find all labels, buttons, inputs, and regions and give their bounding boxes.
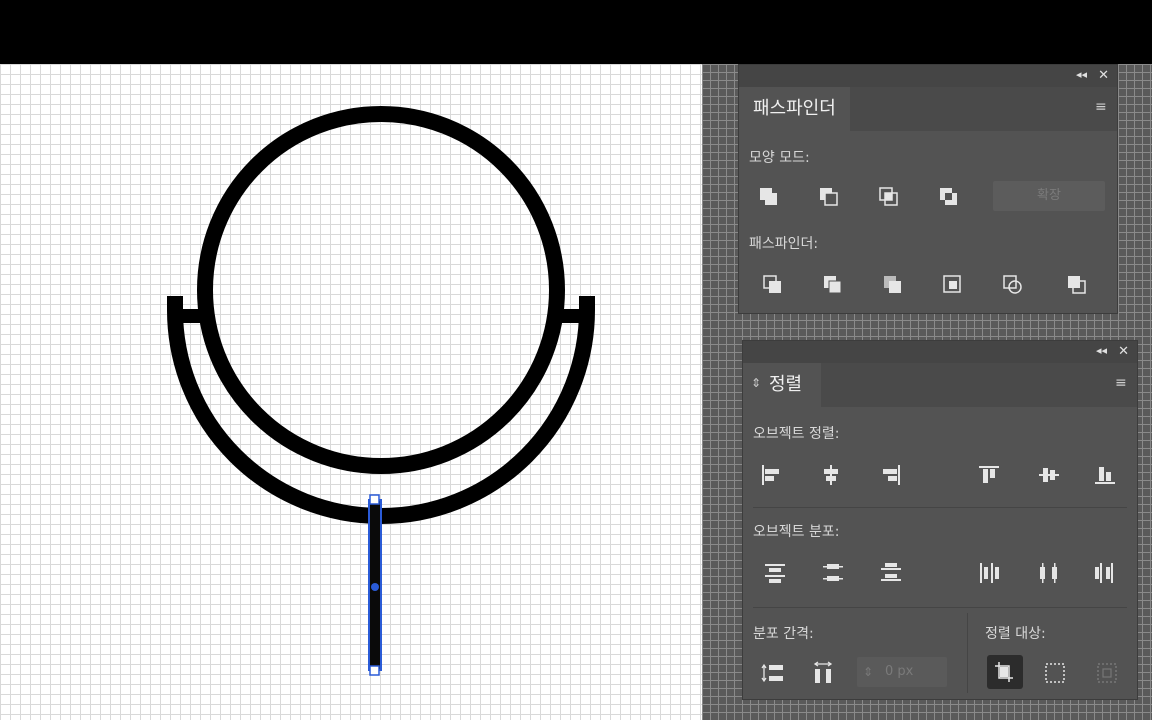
distribute-objects-label: 오브젝트 분포: [753, 524, 840, 540]
pathfinder-panel: ◂◂ ✕ 패스파인더 ≡ 모양 모드: 확장 패스파인더: [738, 64, 1118, 314]
panel-menu-icon[interactable]: ≡ [1095, 100, 1111, 114]
outline-button[interactable] [999, 271, 1027, 299]
tab-pathfinder[interactable]: 패스파인더 [739, 87, 850, 131]
distribute-vcenter-icon [823, 564, 843, 581]
distribute-spacing-label: 분포 간격: [753, 626, 814, 642]
stepper-icon[interactable]: ⇕ [863, 657, 873, 687]
selection-anchor-bottom [369, 665, 380, 676]
pathfinder-panel-header[interactable]: ◂◂ ✕ [739, 65, 1117, 87]
top-bar [0, 0, 1152, 64]
align-to-selection-button[interactable] [1041, 659, 1069, 687]
crop-icon [943, 275, 961, 293]
distribute-top-button[interactable] [761, 559, 789, 587]
align-vertical-center-button[interactable] [1035, 461, 1063, 489]
trim-button[interactable] [819, 271, 847, 299]
section-divider [753, 507, 1127, 508]
minus-front-icon [820, 188, 838, 206]
align-to-label: 정렬 대상: [985, 626, 1046, 642]
collapse-icon[interactable]: ◂◂ [1076, 68, 1087, 81]
collapse-icon[interactable]: ◂◂ [1096, 344, 1107, 357]
merge-button[interactable] [879, 271, 907, 299]
minus-front-button[interactable] [815, 183, 843, 211]
intersect-button[interactable] [875, 183, 903, 211]
vertical-distribute-space-button[interactable] [759, 659, 787, 687]
vertical-distribute-space-icon [761, 663, 783, 683]
key-object-icon [995, 662, 1013, 682]
align-panel: ◂◂ ✕ 정렬 ⇕ ≡ 오브젝트 정렬: 오브젝트 분포: 분포 간격: 정렬 … [742, 340, 1138, 700]
distribute-hcenter-icon [1040, 563, 1057, 583]
artboard-icon [1097, 663, 1117, 683]
pathfinder-tabbar: 패스파인더 ≡ [739, 87, 1117, 131]
shape-modes-label: 모양 모드: [749, 150, 810, 166]
minus-back-icon [1068, 276, 1086, 294]
distribute-bottom-icon [881, 563, 901, 581]
selection-anchor-top [369, 494, 380, 505]
align-to-key-object-button[interactable] [987, 655, 1023, 689]
section-divider [753, 607, 1127, 608]
unite-button[interactable] [755, 183, 783, 211]
align-to-artboard-button[interactable] [1093, 659, 1121, 687]
minus-back-button[interactable] [1063, 271, 1091, 299]
distribute-horizontal-center-button[interactable] [1035, 559, 1063, 587]
distribute-left-button[interactable] [975, 559, 1003, 587]
pathfinders-label: 패스파인더: [749, 236, 819, 252]
exclude-icon [940, 188, 957, 205]
selection-icon [1045, 663, 1065, 683]
align-left-icon [762, 465, 779, 485]
align-right-button[interactable] [877, 461, 905, 489]
horizontal-distribute-space-button[interactable] [809, 659, 837, 687]
intersect-icon [879, 187, 898, 206]
distribute-right-button[interactable] [1091, 559, 1119, 587]
distribute-left-icon [980, 563, 999, 583]
distribute-top-icon [765, 564, 785, 583]
align-top-button[interactable] [975, 461, 1003, 489]
expand-button[interactable]: 확장 [993, 181, 1105, 211]
distribute-right-icon [1095, 563, 1113, 583]
unite-icon [760, 188, 777, 205]
merge-icon [884, 276, 901, 293]
close-icon[interactable]: ✕ [1118, 344, 1129, 359]
align-tabbar: 정렬 ⇕ ≡ [743, 363, 1137, 407]
panel-menu-icon[interactable]: ≡ [1115, 376, 1131, 390]
align-vcenter-icon [1039, 468, 1059, 482]
align-hcenter-icon [824, 465, 838, 485]
exclude-button[interactable] [935, 183, 963, 211]
vertical-divider [967, 613, 968, 693]
spacing-input[interactable]: ⇕ 0 px [857, 657, 947, 687]
align-objects-label: 오브젝트 정렬: [753, 426, 840, 442]
trim-icon [824, 276, 842, 294]
mirror-stand-shape [167, 296, 595, 524]
close-icon[interactable]: ✕ [1098, 68, 1109, 83]
side-dock: ◂◂ ✕ 패스파인더 ≡ 모양 모드: 확장 패스파인더: ◂◂ ✕ 정렬 ⇕ … [702, 64, 1152, 720]
align-bottom-icon [1095, 467, 1115, 484]
divide-icon [763, 275, 781, 293]
crop-button[interactable] [939, 271, 967, 299]
align-panel-header[interactable]: ◂◂ ✕ [743, 341, 1137, 363]
align-top-icon [979, 466, 999, 483]
align-right-icon [883, 465, 900, 485]
spacing-value: 0 px [885, 664, 914, 679]
align-horizontal-center-button[interactable] [817, 461, 845, 489]
distribute-bottom-button[interactable] [877, 559, 905, 587]
expand-toggle-icon[interactable]: ⇕ [751, 376, 761, 390]
horizontal-distribute-space-icon [813, 661, 833, 683]
align-bottom-button[interactable] [1091, 461, 1119, 489]
outline-icon [1003, 275, 1022, 294]
artwork[interactable] [0, 64, 702, 720]
divide-button[interactable] [759, 271, 787, 299]
artboard-canvas[interactable] [0, 64, 702, 720]
mirror-ring-shape [197, 106, 565, 474]
selection-center-point [371, 583, 379, 591]
distribute-vertical-center-button[interactable] [819, 559, 847, 587]
align-left-button[interactable] [757, 461, 785, 489]
